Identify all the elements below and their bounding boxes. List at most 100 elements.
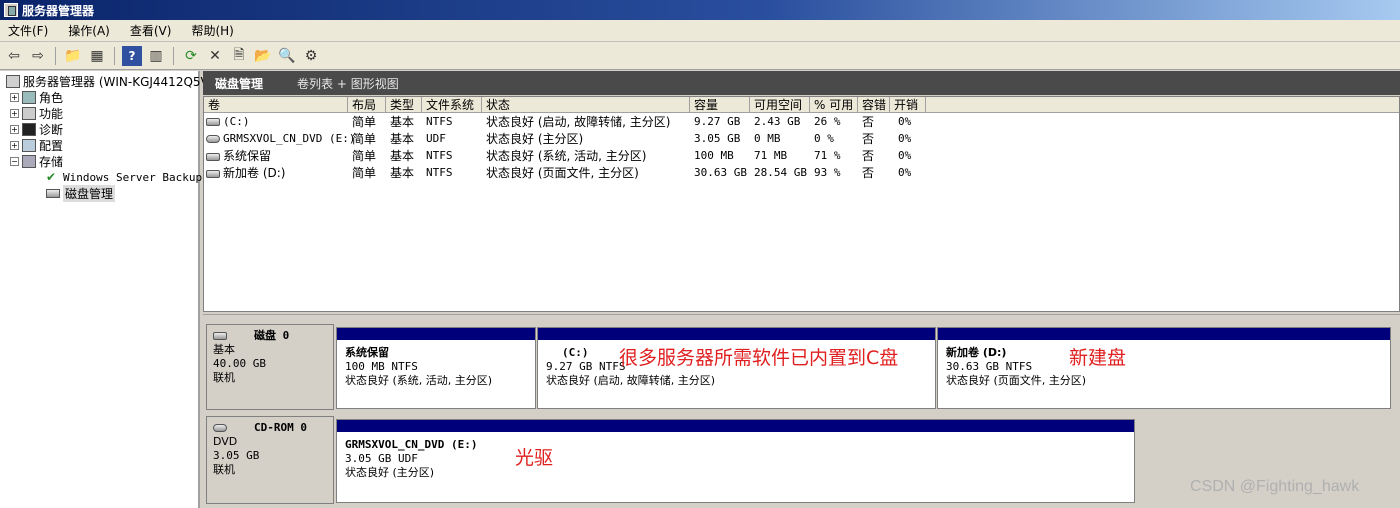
tree-item-label: 诊断 [39, 122, 64, 137]
fault-tolerance-cell: 否 [862, 149, 875, 163]
menu-view[interactable]: 查看(V) [128, 21, 174, 40]
partition-info: 3.05 GB UDF [345, 452, 418, 465]
collapse-icon[interactable]: − [10, 156, 19, 166]
tree-item-diagnostics[interactable]: + 诊断 [10, 121, 63, 137]
filesystem-cell: NTFS [426, 149, 453, 162]
overhead-cell: 0% [898, 149, 912, 162]
configuration-icon [22, 138, 36, 152]
help-icon[interactable]: ? [122, 45, 142, 66]
expand-icon[interactable]: + [10, 92, 19, 102]
column-header-layout[interactable]: 布局 [348, 97, 386, 113]
column-header-status[interactable]: 状态 [482, 97, 690, 113]
title-bar: 服务器管理器 [0, 0, 1400, 20]
pane-views: 卷列表 + 图形视图 [297, 76, 399, 91]
pane-header: 磁盘管理 卷列表 + 图形视图 [203, 71, 1400, 95]
toolbar-separator [55, 46, 56, 65]
roles-icon [22, 90, 36, 104]
cdrom-0-label[interactable]: CD-ROM 0 DVD 3.05 GB 联机 [206, 416, 334, 504]
up-folder-icon[interactable]: 📁 [63, 46, 83, 66]
features-icon [22, 106, 36, 120]
status-cell: 状态良好 (系统, 活动, 主分区) [486, 149, 647, 163]
cdrom-icon [213, 424, 227, 432]
menu-action[interactable]: 操作(A) [66, 21, 112, 40]
expand-icon[interactable]: + [10, 108, 19, 118]
column-header-type[interactable]: 类型 [386, 97, 422, 113]
backup-icon: ✔ [46, 169, 57, 184]
back-arrow-icon[interactable]: ⇦ [4, 46, 24, 66]
tree-item-roles[interactable]: + 角色 [10, 89, 63, 105]
tree-item-label: 角色 [39, 90, 64, 105]
pane-title: 磁盘管理 [215, 76, 264, 91]
refresh-icon[interactable]: ⟳ [181, 46, 201, 66]
column-header-free-space[interactable]: 可用空间 [750, 97, 810, 113]
tree-item-disk-management[interactable]: 磁盘管理 [46, 184, 116, 202]
disk-name: CD-ROM 0 [254, 421, 307, 434]
search-icon[interactable]: 🔍 [277, 46, 297, 66]
type-cell: 基本 [390, 149, 415, 163]
annotation-c-drive: 很多服务器所需软件已内置到C盘 [619, 347, 899, 369]
column-header-fault-tolerance[interactable]: 容错 [858, 97, 890, 113]
expand-icon[interactable]: + [10, 140, 19, 150]
volume-cell: (C:) [206, 114, 250, 130]
show-hide-action-icon[interactable]: ▥ [146, 46, 166, 66]
capacity-cell: 3.05 GB [694, 132, 741, 145]
show-hide-tree-icon[interactable]: ▦ [87, 46, 107, 66]
column-header-capacity[interactable]: 容量 [690, 97, 750, 113]
layout-cell: 简单 [352, 166, 377, 180]
navigation-tree: 服务器管理器 (WIN-KGJ4412Q5V + 角色 + 功能 + 诊断 + … [0, 71, 209, 508]
menu-help[interactable]: 帮助(H) [189, 21, 235, 40]
filesystem-cell: UDF [426, 132, 446, 145]
column-header-filler [926, 97, 1399, 113]
expand-icon[interactable]: + [10, 124, 19, 134]
storage-icon [22, 154, 36, 168]
disk-0-label[interactable]: 磁盘 0 基本 40.00 GB 联机 [206, 324, 334, 410]
disk-size: 40.00 GB [213, 357, 266, 370]
open-folder-icon[interactable]: 📂 [253, 46, 273, 66]
partition-bar [337, 420, 1134, 432]
settings-icon[interactable]: ⚙ [301, 46, 321, 66]
partition-d[interactable]: 新加卷 (D:) 30.63 GB NTFS 状态良好 (页面文件, 主分区) [937, 327, 1391, 409]
partition-system-reserved[interactable]: 系统保留 100 MB NTFS 状态良好 (系统, 活动, 主分区) [336, 327, 536, 409]
tree-item-windows-server-backup[interactable]: ✔ Windows Server Backup [46, 169, 202, 185]
volume-cell: 系统保留 [206, 148, 271, 164]
tree-item-features[interactable]: + 功能 [10, 105, 63, 121]
properties-icon[interactable]: 🗎 [229, 46, 249, 66]
disk-name: 磁盘 0 [254, 329, 290, 342]
tree-item-configuration[interactable]: + 配置 [10, 137, 63, 153]
column-header-filesystem[interactable]: 文件系统 [422, 97, 482, 113]
volume-name: 系统保留 [223, 149, 272, 163]
disk-type: 基本 [213, 343, 235, 356]
partition-e[interactable]: GRMSXVOL_CN_DVD (E:) 3.05 GB UDF 状态良好 (主… [336, 419, 1135, 503]
tree-item-label: 功能 [39, 106, 64, 121]
disk-status: 联机 [213, 371, 235, 384]
percent-free-cell: 0 % [814, 132, 834, 145]
type-cell: 基本 [390, 132, 415, 146]
partition-status: 状态良好 (页面文件, 主分区) [946, 374, 1087, 387]
column-header-percent-free[interactable]: % 可用 [810, 97, 858, 113]
fault-tolerance-cell: 否 [862, 132, 875, 146]
tree-item-label: Windows Server Backup [63, 170, 203, 184]
volume-list: 卷 布局 类型 文件系统 状态 容量 可用空间 % 可用 容错 开销 (C:) … [203, 96, 1400, 312]
percent-free-cell: 26 % [814, 115, 841, 128]
column-header-overhead[interactable]: 开销 [890, 97, 926, 113]
partition-bar [538, 328, 935, 340]
menu-file[interactable]: 文件(F) [6, 21, 50, 40]
capacity-cell: 30.63 GB [694, 166, 747, 179]
partition-status: 状态良好 (系统, 活动, 主分区) [345, 374, 493, 387]
tree-item-storage[interactable]: − 存储 [10, 153, 63, 169]
layout-cell: 简单 [352, 132, 377, 146]
type-cell: 基本 [390, 166, 415, 180]
tree-root[interactable]: 服务器管理器 (WIN-KGJ4412Q5V [6, 73, 209, 89]
partition-info: 100 MB NTFS [345, 360, 418, 373]
column-header-volume[interactable]: 卷 [204, 97, 348, 113]
free-space-cell: 2.43 GB [754, 115, 801, 128]
server-icon [6, 74, 20, 88]
delete-icon[interactable]: ✕ [205, 46, 225, 66]
diagnostics-icon [22, 122, 36, 136]
drive-icon [206, 152, 220, 161]
forward-arrow-icon[interactable]: ⇨ [28, 46, 48, 66]
filesystem-cell: NTFS [426, 166, 453, 179]
volume-name: 新加卷 (D:) [223, 166, 286, 180]
type-cell: 基本 [390, 115, 415, 129]
toolbar-separator [173, 46, 174, 65]
